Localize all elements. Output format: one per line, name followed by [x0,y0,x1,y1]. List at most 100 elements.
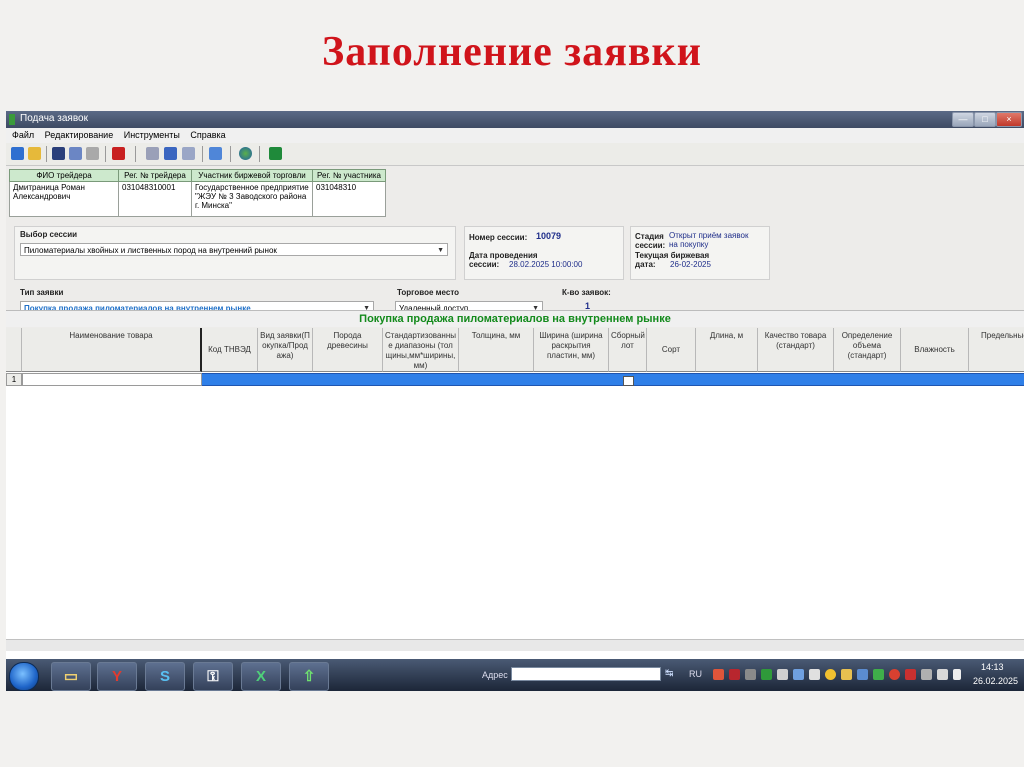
explorer-taskbar-button[interactable]: ▭ [51,662,91,691]
session-select[interactable]: Пиломатериалы хвойных и лиственных пород… [20,243,448,256]
address-label: Адрес [482,670,508,680]
participant-cell: Государственное предприятие "ЖЭУ № 3 Зав… [191,181,313,217]
toolbar-separator [46,146,47,162]
keys-taskbar-button[interactable]: ⚿ [193,662,233,691]
minimize-button[interactable]: — [952,112,974,127]
notes-icon[interactable] [841,669,852,680]
column-header-length[interactable]: Длина, м [696,328,758,372]
column-header-name[interactable]: Наименование товара [22,328,202,372]
mail-icon[interactable] [809,669,820,680]
close-button[interactable]: × [996,112,1022,127]
grid-title: Покупка продажа пиломатериалов на внутре… [6,310,1024,327]
upload-app-taskbar-button[interactable]: ⇧ [289,662,329,691]
pdf-icon[interactable] [729,669,740,680]
exit-icon[interactable] [11,147,24,160]
skype-taskbar-button[interactable]: S [145,662,185,691]
session-date-label-1: Дата проведения [469,251,538,260]
menu-help[interactable]: Справка [190,128,225,143]
toolbar-separator [105,146,106,162]
clock-time[interactable]: 14:13 [981,662,1004,672]
address-input[interactable] [511,667,661,681]
column-header-volume[interactable]: Определение объема (стандарт) [834,328,901,372]
session-label: Выбор сессии [20,230,78,239]
toolbar-separator [259,146,260,162]
go-arrow-icon[interactable]: ↹ [665,668,673,679]
volume-icon[interactable] [745,669,756,680]
save-icon[interactable] [52,147,65,160]
language-indicator[interactable]: RU [689,669,702,679]
table-row-selected[interactable] [202,373,1024,386]
w-app-icon[interactable] [761,669,772,680]
column-header-order-kind[interactable]: Вид заявки(Покупка/Продажа) [258,328,313,372]
window-title: Подача заявок [20,113,88,124]
antivirus-icon[interactable] [713,669,724,680]
slide-title: Заполнение заявки [322,29,702,75]
row-indicator-header [6,328,22,372]
back-icon[interactable] [164,147,177,160]
trading-place-label: Торговое место [397,288,460,297]
clock-date[interactable]: 26.02.2025 [973,676,1018,686]
send-icon[interactable] [209,147,222,160]
menu-tools[interactable]: Инструменты [124,128,180,143]
cell-name[interactable] [22,373,202,386]
column-header-thickness[interactable]: Толщина, мм [459,328,534,372]
yandex-browser-icon: Y [111,668,122,685]
explorer-icon: ▭ [63,668,79,685]
column-header-wood-species[interactable]: Порода древесины [313,328,383,372]
trader-name-header: ФИО трейдера [9,169,119,182]
check-icon[interactable] [889,669,900,680]
column-header-grade[interactable]: Сорт [647,328,696,372]
dropdown-arrow-icon: ▼ [437,247,444,254]
column-header-width[interactable]: Ширина (ширина раскрытия пластин, мм) [534,328,609,372]
taskbar: ▭ Y S ⚿ X ⇧ Адрес ↹ RU 14:13 26.02.2025 [6,659,1024,691]
toolbar-separator [135,146,136,162]
stage-value-2: на покупку [669,240,709,249]
combined-lot-checkbox[interactable] [623,376,634,386]
usb-icon[interactable] [777,669,788,680]
yandex-taskbar-button[interactable]: Y [97,662,137,691]
row-number: 1 [6,373,22,386]
current-date-label-2: дата: [635,260,656,269]
menu-file[interactable]: Файл [12,128,34,143]
column-header-humidity[interactable]: Влажность [901,328,969,372]
flag-icon[interactable] [953,669,961,680]
stage-label-2: сессии: [635,241,666,250]
maximize-button[interactable]: □ [974,112,996,127]
delete-icon[interactable] [112,147,125,160]
shield-icon[interactable] [905,669,916,680]
trader-table: ФИО трейдера Рег. № трейдера Участник би… [9,169,386,217]
monitor-icon[interactable] [793,669,804,680]
session-number-label: Номер сессии: [469,233,528,242]
upload-app-icon: ⇧ [302,668,316,685]
print-icon[interactable] [86,147,99,160]
yandex-tray-icon[interactable] [825,669,836,680]
copy-icon[interactable] [69,147,82,160]
toolbar-separator [230,146,231,162]
excel-icon: X [255,668,266,685]
start-button[interactable] [9,662,39,691]
column-header-tolerances[interactable]: Предельные отклонения [969,328,1024,372]
order-count-label: К-во заявок: [562,288,611,297]
printer-icon[interactable] [937,669,948,680]
toolbar [6,143,1024,166]
forward-icon[interactable] [182,147,195,160]
open-folder-icon[interactable] [28,147,41,160]
trader-reg-cell: 031048310001 [118,181,192,217]
display-icon[interactable] [921,669,932,680]
globe-icon[interactable] [239,147,252,160]
app-icon [9,114,15,125]
excel-taskbar-button[interactable]: X [241,662,281,691]
find-icon[interactable] [146,147,159,160]
excel-icon[interactable] [269,147,282,160]
column-header-standard-ranges[interactable]: Стандартизованные диапазоны (толщины,мм*… [383,328,459,372]
menu-edit[interactable]: Редактирование [45,128,114,143]
network-icon[interactable] [857,669,868,680]
column-header-tnved[interactable]: Код ТНВЭД [202,328,258,372]
graph-icon[interactable] [873,669,884,680]
column-header-quality[interactable]: Качество товара (стандарт) [758,328,834,372]
participant-reg-cell: 031048310 [312,181,386,217]
trader-name-cell: Дмитраница Роман Александрович [9,181,119,217]
session-date-label-2: сессии: [469,260,500,269]
column-header-combined-lot[interactable]: Сборный лот [609,328,647,372]
horizontal-scrollbar[interactable] [6,639,1024,651]
